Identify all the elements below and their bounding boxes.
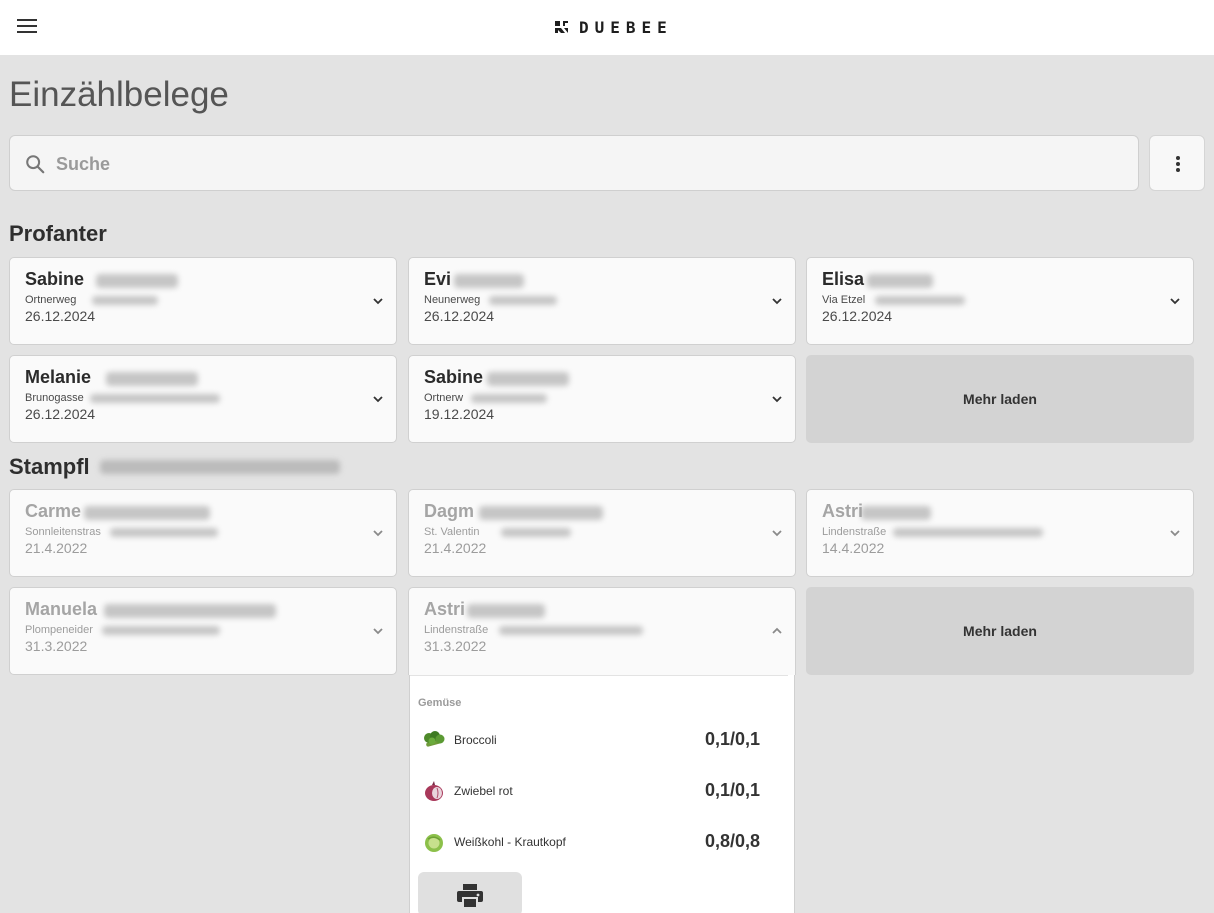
card-date: 26.12.2024 — [25, 406, 96, 422]
card-address: Plompeneider — [25, 624, 93, 636]
receipt-card-expanded[interactable]: Astri Lindenstraße 31.3.2022 — [408, 587, 796, 675]
red-onion-icon — [425, 781, 443, 801]
card-address: Brunogasse — [25, 392, 84, 404]
list-item: Zwiebel rot 0,1/0,1 — [418, 776, 788, 806]
chevron-down-icon[interactable] — [1169, 295, 1181, 307]
card-address: Sonnleitenstras — [25, 526, 101, 538]
load-more-button[interactable]: Mehr laden — [806, 355, 1194, 443]
item-quantity: 0,8/0,8 — [704, 831, 760, 851]
chevron-down-icon[interactable] — [372, 527, 384, 539]
card-date: 31.3.2022 — [25, 638, 88, 654]
group-title: Profanter — [9, 221, 107, 246]
list-item: Broccoli 0,1/0,1 — [418, 725, 788, 755]
group-title: Stampfl — [9, 454, 90, 479]
item-quantity: 0,1/0,1 — [704, 780, 760, 800]
list-item: Weißkohl - Krautkopf 0,8/0,8 — [418, 827, 788, 857]
item-name: Weißkohl - Krautkopf — [454, 835, 566, 849]
card-date: 14.4.2022 — [822, 540, 885, 556]
more-options-button[interactable] — [1149, 135, 1205, 191]
card-name: Sabine — [424, 367, 484, 387]
receipt-card[interactable]: Astri Lindenstraße 14.4.2022 — [806, 489, 1194, 577]
chevron-down-icon[interactable] — [771, 527, 783, 539]
chevron-down-icon[interactable] — [771, 393, 783, 405]
cabbage-icon — [425, 834, 443, 852]
top-app-bar: DUEBEE — [0, 0, 1214, 55]
receipt-card[interactable]: Carme Sonnleitenstras 21.4.2022 — [9, 489, 397, 577]
chevron-down-icon[interactable] — [771, 295, 783, 307]
chevron-up-icon[interactable] — [771, 625, 783, 637]
card-name: Astri — [424, 599, 466, 619]
logo-mark-icon — [555, 21, 568, 33]
card-date: 31.3.2022 — [424, 638, 487, 654]
card-name: Evi — [424, 269, 452, 289]
receipt-card[interactable]: Evi Neunerweg 26.12.2024 — [408, 257, 796, 345]
card-date: 26.12.2024 — [424, 308, 495, 324]
card-address: Lindenstraße — [424, 624, 489, 636]
chevron-down-icon[interactable] — [372, 393, 384, 405]
category-label: Gemüse — [418, 697, 462, 709]
card-date: 21.4.2022 — [424, 540, 487, 556]
receipt-card[interactable]: Sabine Ortnerw 19.12.2024 — [408, 355, 796, 443]
card-date: 19.12.2024 — [424, 406, 495, 422]
receipt-card[interactable]: Dagm St. Valentin 21.4.2022 — [408, 489, 796, 577]
card-date: 21.4.2022 — [25, 540, 88, 556]
printer-icon — [457, 884, 483, 908]
card-address: Neunerweg — [424, 294, 481, 306]
item-name: Broccoli — [454, 733, 497, 747]
receipt-details: Gemüse Broccoli 0,1/0,1 Zwiebel rot 0,1/… — [409, 675, 795, 913]
receipt-card[interactable]: Elisa Via Etzel 26.12.2024 — [806, 257, 1194, 345]
chevron-down-icon[interactable] — [372, 625, 384, 637]
search-input[interactable] — [56, 150, 1116, 178]
print-button[interactable] — [418, 872, 522, 913]
menu-icon[interactable] — [17, 19, 37, 35]
card-name: Dagm — [424, 501, 475, 521]
card-address: Ortnerweg — [25, 294, 77, 306]
page-title: Einzählbelege — [9, 75, 229, 114]
chevron-down-icon[interactable] — [372, 295, 384, 307]
card-date: 26.12.2024 — [25, 308, 96, 324]
card-address: Via Etzel — [822, 294, 866, 306]
card-name: Sabine — [25, 269, 85, 289]
chevron-down-icon[interactable] — [1169, 527, 1181, 539]
card-name: Carme — [25, 501, 82, 521]
receipt-card[interactable]: Manuela Plompeneider 31.3.2022 — [9, 587, 397, 675]
item-name: Zwiebel rot — [454, 784, 513, 798]
card-address: Lindenstraße — [822, 526, 887, 538]
app-logo: DUEBEE — [555, 17, 673, 37]
card-date: 26.12.2024 — [822, 308, 893, 324]
card-name: Astri — [822, 501, 864, 521]
broccoli-icon — [424, 731, 445, 747]
receipt-card[interactable]: Melanie Brunogasse 26.12.2024 — [9, 355, 397, 443]
divider — [410, 675, 788, 676]
load-more-button[interactable]: Mehr laden — [806, 587, 1194, 675]
card-name: Manuela — [25, 599, 98, 619]
card-address: Ortnerw — [424, 392, 464, 404]
card-address: St. Valentin — [424, 526, 480, 538]
receipt-card[interactable]: Sabine Ortnerweg 26.12.2024 — [9, 257, 397, 345]
search-bar — [9, 135, 1139, 191]
item-quantity: 0,1/0,1 — [704, 729, 760, 749]
card-name: Elisa — [822, 269, 865, 289]
card-name: Melanie — [25, 367, 92, 387]
brand-name: DUEBEE — [579, 17, 673, 37]
search-icon — [26, 155, 45, 174]
